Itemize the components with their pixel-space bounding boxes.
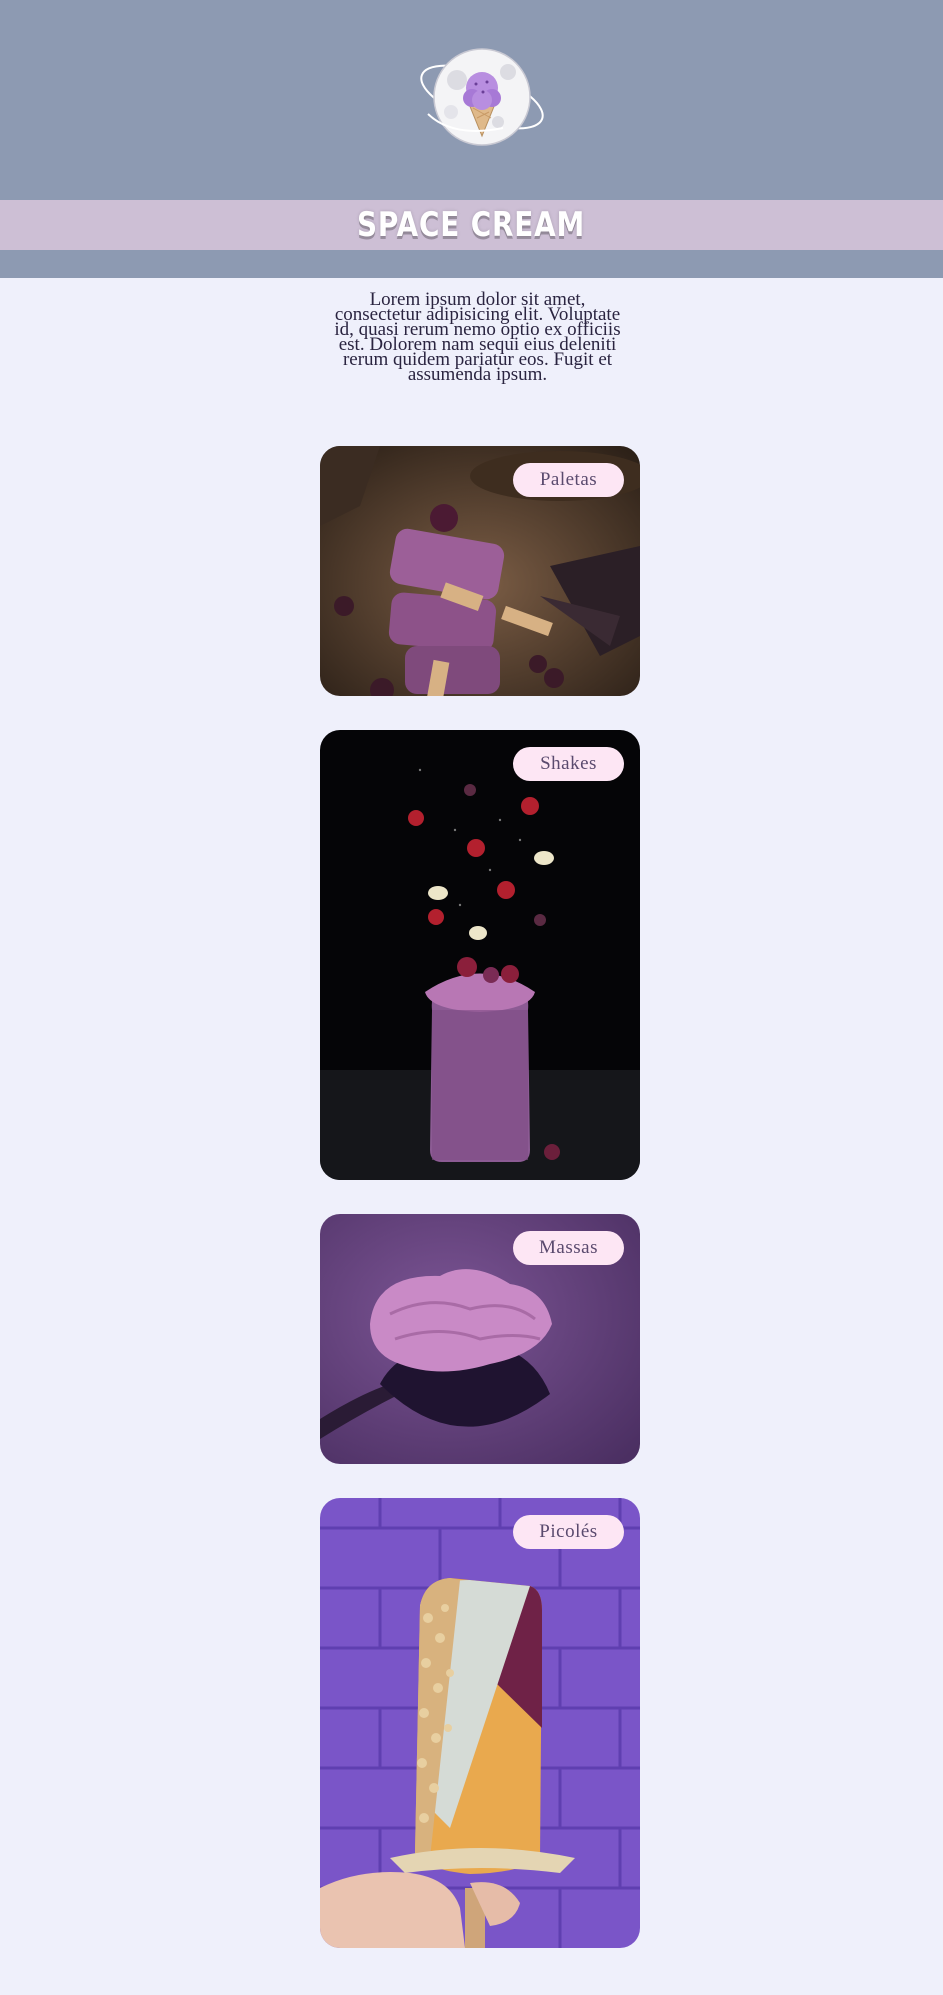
card-label-massas: Massas	[513, 1231, 624, 1265]
card-label-picoles: Picolés	[513, 1515, 624, 1549]
card-label-shakes: Shakes	[513, 747, 624, 781]
site-title: SPACE CREAM	[357, 205, 586, 245]
shakes-photo	[320, 730, 640, 1180]
title-band: SPACE CREAM	[0, 200, 943, 250]
intro-text: Lorem ipsum dolor sit amet, consectetur …	[334, 289, 621, 385]
card-paletas[interactable]: Paletas	[320, 446, 640, 696]
ice-cream-planet-icon[interactable]	[413, 42, 551, 156]
card-picoles[interactable]: Picolés	[320, 1498, 640, 1948]
card-label-paletas: Paletas	[513, 463, 624, 497]
card-shakes[interactable]: Shakes	[320, 730, 640, 1180]
site-header: SPACE CREAM	[0, 0, 943, 278]
picoles-photo	[320, 1498, 640, 1948]
card-massas[interactable]: Massas	[320, 1214, 640, 1464]
